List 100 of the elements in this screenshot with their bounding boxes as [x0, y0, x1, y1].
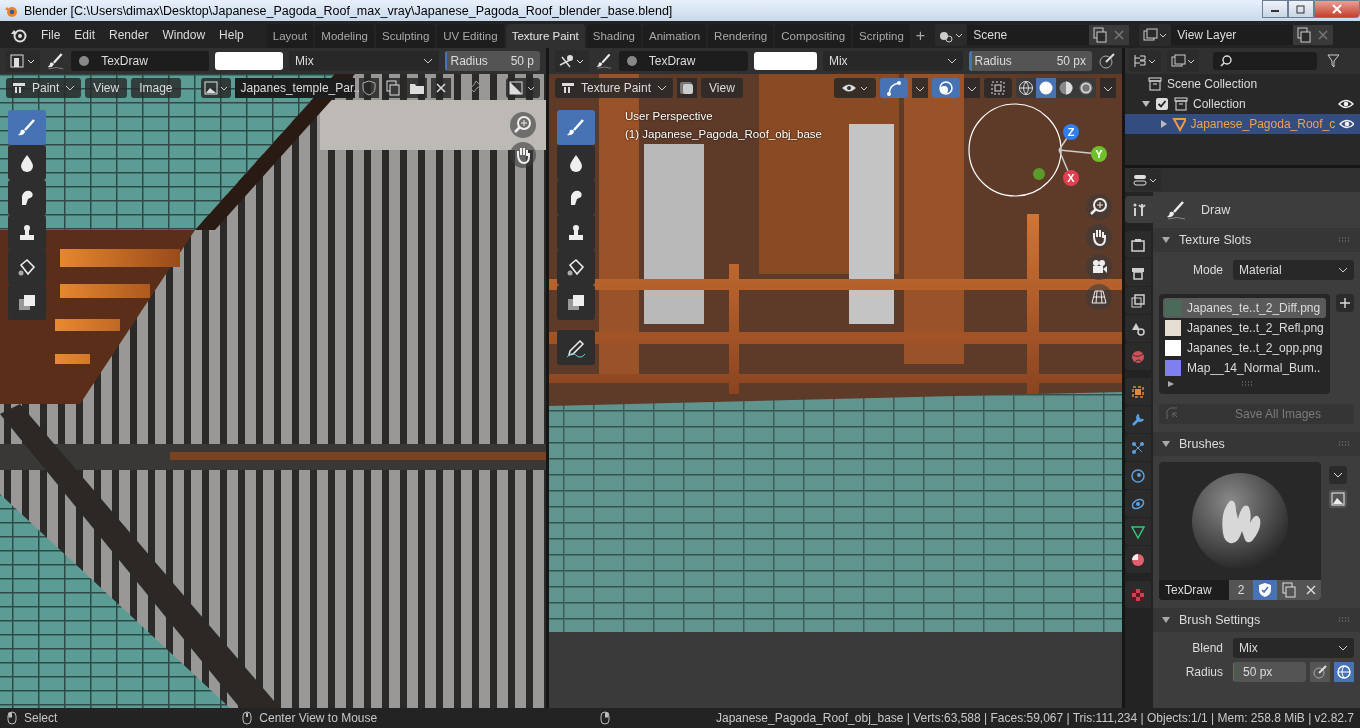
- menu-item[interactable]: Image: [131, 78, 181, 98]
- duplicate-icon[interactable]: [1089, 24, 1110, 45]
- radius-slider[interactable]: Radius 50 px: [968, 51, 1092, 71]
- chevron-down-icon[interactable]: [1329, 466, 1347, 484]
- particles-tab[interactable]: [1125, 434, 1151, 461]
- menu-item[interactable]: View: [701, 78, 743, 98]
- soften-tool[interactable]: [557, 145, 595, 180]
- output-tab[interactable]: [1125, 259, 1151, 286]
- workspace-tab[interactable]: Shading: [586, 24, 641, 48]
- outliner-row[interactable]: Scene Collection: [1125, 74, 1360, 94]
- disclosure-icon[interactable]: [1161, 235, 1171, 245]
- radius-slider[interactable]: 50 px: [1233, 662, 1306, 682]
- annotate-tool[interactable]: [557, 330, 595, 365]
- disclosure-icon[interactable]: [1141, 99, 1151, 109]
- shield-icon[interactable]: [358, 78, 379, 98]
- drag-handle-icon[interactable]: [1338, 441, 1350, 447]
- view-layer-dropdown[interactable]: [1139, 23, 1172, 46]
- add-icon[interactable]: [1336, 294, 1354, 312]
- blend-dropdown[interactable]: Mix: [1233, 638, 1354, 658]
- scene-tab[interactable]: [1125, 315, 1151, 342]
- mode-dropdown[interactable]: Texture Paint: [555, 78, 674, 98]
- editor-type-dropdown[interactable]: [6, 50, 40, 72]
- color-swatch[interactable]: [753, 52, 817, 70]
- workspace-tab[interactable]: Scripting: [853, 24, 910, 48]
- menu-item[interactable]: Help: [212, 27, 251, 42]
- mode-dropdown[interactable]: Material: [1233, 260, 1354, 280]
- workspace-tab[interactable]: Texture Paint: [505, 24, 585, 48]
- close-icon[interactable]: [1301, 580, 1321, 600]
- menu-item[interactable]: Window: [155, 27, 213, 42]
- mode-dropdown[interactable]: Paint: [6, 78, 82, 98]
- brush-name-field[interactable]: TexDraw: [1159, 580, 1229, 600]
- brush-icon[interactable]: [595, 51, 613, 71]
- material-tab[interactable]: [1125, 546, 1151, 573]
- caret-icon[interactable]: [912, 78, 928, 98]
- render-tab[interactable]: [1125, 231, 1151, 258]
- workspace-tab[interactable]: UV Editing: [437, 24, 504, 48]
- workspace-tab[interactable]: Modeling: [315, 24, 374, 48]
- physics-tab[interactable]: [1125, 462, 1151, 489]
- image-icon[interactable]: [1329, 490, 1347, 508]
- overlays-toggle[interactable]: [932, 78, 960, 98]
- blend-dropdown[interactable]: Mix: [289, 51, 439, 71]
- drag-handle-icon[interactable]: [1338, 617, 1350, 623]
- radius-slider[interactable]: Radius 50 p: [444, 51, 540, 71]
- caret-icon[interactable]: [964, 78, 980, 98]
- pressure-icon[interactable]: [1310, 662, 1330, 682]
- duplicate-icon[interactable]: [1277, 580, 1301, 600]
- modifiers-tab[interactable]: [1125, 406, 1151, 433]
- axis-handle[interactable]: [1063, 124, 1079, 140]
- workspace-tab[interactable]: Layout: [266, 24, 314, 48]
- solid-shading-button[interactable]: [1036, 78, 1056, 98]
- brush-name-field[interactable]: TexDraw: [71, 51, 210, 71]
- texture-tab[interactable]: [1125, 581, 1151, 608]
- mask-tool[interactable]: [557, 285, 595, 320]
- display-channels-dropdown[interactable]: [506, 78, 540, 98]
- eye-icon[interactable]: [1338, 98, 1354, 110]
- fake-user-shield-icon[interactable]: [1253, 580, 1277, 600]
- visibility-dropdown[interactable]: [834, 78, 876, 98]
- grid-icon[interactable]: [1086, 284, 1112, 310]
- texture-slot[interactable]: Japanes_te..t_2_Refl.png: [1163, 318, 1326, 338]
- pressure-icon[interactable]: [1098, 51, 1116, 71]
- drag-handle-icon[interactable]: [1338, 237, 1350, 243]
- layers-icon[interactable]: [677, 78, 698, 98]
- menu-item[interactable]: File: [34, 27, 68, 42]
- add-workspace-button[interactable]: +: [911, 24, 930, 48]
- blend-dropdown[interactable]: Mix: [822, 51, 963, 71]
- workspace-tab[interactable]: Sculpting: [375, 24, 436, 48]
- disclosure-icon[interactable]: [1161, 439, 1171, 449]
- caret-icon[interactable]: [1100, 78, 1116, 98]
- filter-icon[interactable]: [1327, 53, 1339, 69]
- expand-icon[interactable]: [1167, 380, 1175, 388]
- draw-tool[interactable]: [8, 110, 46, 145]
- editor-type-dropdown[interactable]: [1129, 169, 1161, 191]
- constraints-tab[interactable]: [1125, 490, 1151, 517]
- resize-handle-icon[interactable]: [1241, 381, 1253, 387]
- draw-tool[interactable]: [557, 110, 595, 145]
- menu-item[interactable]: Edit: [67, 27, 103, 42]
- globe-icon[interactable]: [1334, 662, 1354, 682]
- workspace-tab[interactable]: Rendering: [708, 24, 774, 48]
- user-count[interactable]: 2: [1229, 580, 1253, 600]
- workspace-tab[interactable]: Compositing: [775, 24, 852, 48]
- panel-header[interactable]: Texture Slots: [1153, 228, 1360, 252]
- disclosure-icon[interactable]: [1158, 119, 1168, 129]
- texture-slot[interactable]: Japanes_te..t_2_Diff.png: [1163, 298, 1326, 318]
- soften-tool[interactable]: [8, 145, 46, 180]
- image-browse-dropdown[interactable]: [200, 78, 231, 98]
- panel-header[interactable]: Brush Settings: [1153, 608, 1360, 632]
- outliner-row[interactable]: Japanese_Pagoda_Roof_c: [1125, 114, 1360, 134]
- view-layer-dropdown[interactable]: [1167, 50, 1199, 72]
- eye-icon[interactable]: [1339, 118, 1354, 130]
- menu-item[interactable]: Render: [102, 27, 156, 42]
- folder-icon[interactable]: [406, 78, 427, 98]
- mask-tool[interactable]: [8, 285, 46, 320]
- disclosure-icon[interactable]: [1161, 615, 1171, 625]
- search-field[interactable]: [1213, 52, 1317, 70]
- duplicate-icon[interactable]: [1293, 24, 1314, 45]
- color-swatch[interactable]: [215, 52, 284, 70]
- negative-axis-handle[interactable]: [1033, 168, 1045, 180]
- zoom-icon[interactable]: [510, 112, 536, 138]
- wireframe-shading-button[interactable]: [1016, 78, 1036, 98]
- object-tab[interactable]: [1125, 378, 1151, 405]
